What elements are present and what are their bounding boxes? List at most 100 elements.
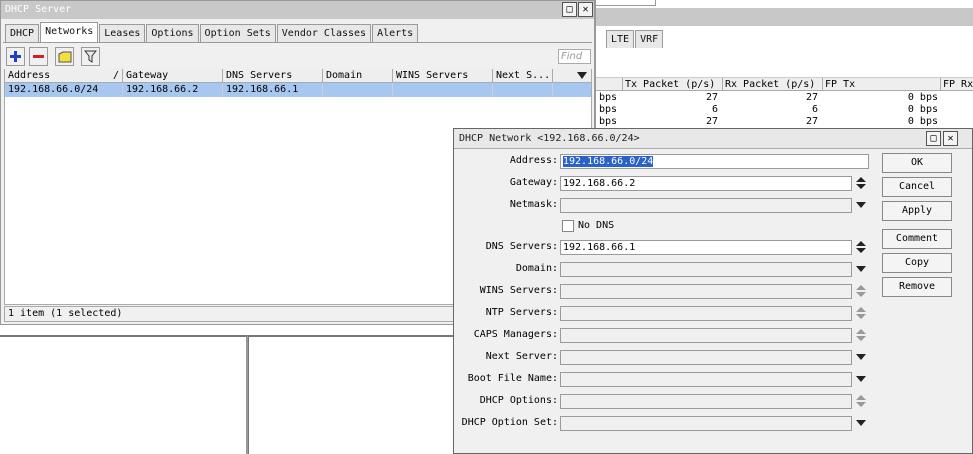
column-menu-button[interactable] xyxy=(553,69,591,82)
add-button[interactable] xyxy=(6,47,25,66)
next-server-label: Next Server: xyxy=(485,351,558,362)
gateway-stepper-icon[interactable] xyxy=(856,177,866,189)
table-row[interactable]: 192.168.66.0/24 192.168.66.2 192.168.66.… xyxy=(5,83,591,97)
tab-lte[interactable]: LTE xyxy=(606,30,635,48)
dialog-titlebar[interactable]: DHCP Network <192.168.66.0/24> xyxy=(454,129,972,149)
gateway-label: Gateway: xyxy=(509,177,558,188)
dhcp-window-titlebar[interactable]: DHCP Server xyxy=(1,1,594,19)
remove-button[interactable] xyxy=(29,47,48,66)
copy-button[interactable]: Copy xyxy=(882,253,952,273)
caps-managers-input[interactable] xyxy=(560,328,852,343)
chevron-down-icon[interactable] xyxy=(856,263,866,275)
tab-dhcp[interactable]: DHCP xyxy=(5,24,40,42)
sort-indicator: / xyxy=(112,70,119,81)
tab-option-sets[interactable]: Option Sets xyxy=(199,24,276,42)
comment-button[interactable] xyxy=(55,47,74,66)
folder-icon xyxy=(58,51,71,62)
background-window-titlebar xyxy=(596,8,973,26)
cell-wins xyxy=(393,83,493,97)
maximize-button[interactable]: □ xyxy=(562,2,577,17)
background-table-header: Tx Packet (p/s) Rx Packet (p/s) FP Tx FP… xyxy=(596,77,973,91)
bg-col-rx[interactable]: Rx Packet (p/s) xyxy=(722,78,822,91)
boot-file-select[interactable] xyxy=(560,372,852,387)
tab-vendor-classes[interactable]: Vendor Classes xyxy=(276,24,372,42)
col-wins-servers[interactable]: WINS Servers xyxy=(393,69,493,82)
col-address[interactable]: Address / xyxy=(5,69,123,82)
cell-address: 192.168.66.0/24 xyxy=(5,83,123,97)
wins-servers-input[interactable] xyxy=(560,284,852,299)
dhcp-option-set-select[interactable] xyxy=(560,416,852,431)
next-server-select[interactable] xyxy=(560,350,852,365)
bg-col-fptx[interactable]: FP Tx xyxy=(822,78,940,91)
bg-cell-unit: bps xyxy=(599,116,618,127)
tab-leases[interactable]: Leases xyxy=(99,24,146,42)
background-tabs: LTE VRF xyxy=(606,30,664,48)
col-gateway[interactable]: Gateway xyxy=(123,69,223,82)
col-domain[interactable]: Domain xyxy=(323,69,393,82)
bg-cell-tx: 27 xyxy=(705,92,718,103)
background-titlebar-stripe xyxy=(596,0,656,6)
chevron-down-icon[interactable] xyxy=(856,417,866,429)
bottom-pane-left xyxy=(0,335,248,454)
maximize-icon: □ xyxy=(566,4,573,15)
dialog-maximize-button[interactable]: □ xyxy=(926,131,941,146)
tab-networks[interactable]: Networks xyxy=(40,22,99,42)
bg-cell-rx: 6 xyxy=(811,104,818,115)
dns-servers-value: 192.168.66.1 xyxy=(563,242,636,253)
filter-icon xyxy=(84,50,97,63)
dialog-close-button[interactable]: ✕ xyxy=(943,131,958,146)
bg-cell-rx: 27 xyxy=(805,92,818,103)
dhcp-options-stepper-icon[interactable] xyxy=(856,395,866,407)
bg-cell-fptx: 0 bps xyxy=(907,104,938,115)
comment-button[interactable]: Comment xyxy=(882,229,952,249)
tab-vrf[interactable]: VRF xyxy=(635,30,664,48)
bg-row[interactable]: bps 27 27 0 bps xyxy=(596,92,973,104)
chevron-down-icon[interactable] xyxy=(856,351,866,363)
chevron-down-icon[interactable] xyxy=(856,199,866,211)
netmask-select[interactable] xyxy=(560,198,852,213)
col-next-server[interactable]: Next S... xyxy=(493,69,553,82)
bg-col-tx[interactable]: Tx Packet (p/s) xyxy=(622,78,722,91)
no-dns-label: No DNS xyxy=(578,220,615,231)
plus-icon xyxy=(10,51,21,62)
boot-file-label: Boot File Name: xyxy=(467,373,558,384)
bg-cell-fptx: 0 bps xyxy=(907,116,938,127)
col-dns-servers[interactable]: DNS Servers xyxy=(223,69,323,82)
remove-button[interactable]: Remove xyxy=(882,277,952,297)
dhcp-tabs: DHCP Networks Leases Options Option Sets… xyxy=(5,22,419,42)
bg-row[interactable]: bps 27 27 0 bps xyxy=(596,116,973,128)
dialog-title: DHCP Network <192.168.66.0/24> xyxy=(459,133,640,144)
bg-cell-tx: 27 xyxy=(705,116,718,127)
filter-button[interactable] xyxy=(81,47,100,66)
ok-button[interactable]: OK xyxy=(882,153,952,173)
find-input[interactable]: Find xyxy=(558,49,591,64)
cell-gateway: 192.168.66.2 xyxy=(123,83,223,97)
dns-stepper-icon[interactable] xyxy=(856,241,866,253)
no-dns-checkbox[interactable] xyxy=(562,220,574,232)
tab-alerts[interactable]: Alerts xyxy=(372,24,419,42)
minus-icon xyxy=(33,55,44,58)
gateway-input[interactable]: 192.168.66.2 xyxy=(560,176,852,191)
caps-stepper-icon[interactable] xyxy=(856,329,866,341)
wins-stepper-icon[interactable] xyxy=(856,285,866,297)
bg-cell-unit: bps xyxy=(599,92,618,103)
domain-select[interactable] xyxy=(560,262,852,277)
ntp-stepper-icon[interactable] xyxy=(856,307,866,319)
cell-dns: 192.168.66.1 xyxy=(223,83,323,97)
bg-col-fprx[interactable]: FP Rx xyxy=(940,78,973,91)
cancel-button[interactable]: Cancel xyxy=(882,177,952,197)
dhcp-options-input[interactable] xyxy=(560,394,852,409)
address-input[interactable]: 192.168.66.0/24 xyxy=(560,154,869,169)
dhcp-options-label: DHCP Options: xyxy=(479,395,558,406)
chevron-down-icon[interactable] xyxy=(856,373,866,385)
bg-row[interactable]: bps 6 6 0 bps xyxy=(596,104,973,116)
close-icon: ✕ xyxy=(582,4,589,15)
ntp-servers-input[interactable] xyxy=(560,306,852,321)
tab-options[interactable]: Options xyxy=(146,24,199,42)
close-button[interactable]: ✕ xyxy=(578,2,593,17)
apply-button[interactable]: Apply xyxy=(882,201,952,221)
status-text: 1 item (1 selected) xyxy=(8,308,123,319)
close-icon: ✕ xyxy=(947,133,954,144)
netmask-label: Netmask: xyxy=(509,199,558,210)
dns-servers-input[interactable]: 192.168.66.1 xyxy=(560,240,852,255)
